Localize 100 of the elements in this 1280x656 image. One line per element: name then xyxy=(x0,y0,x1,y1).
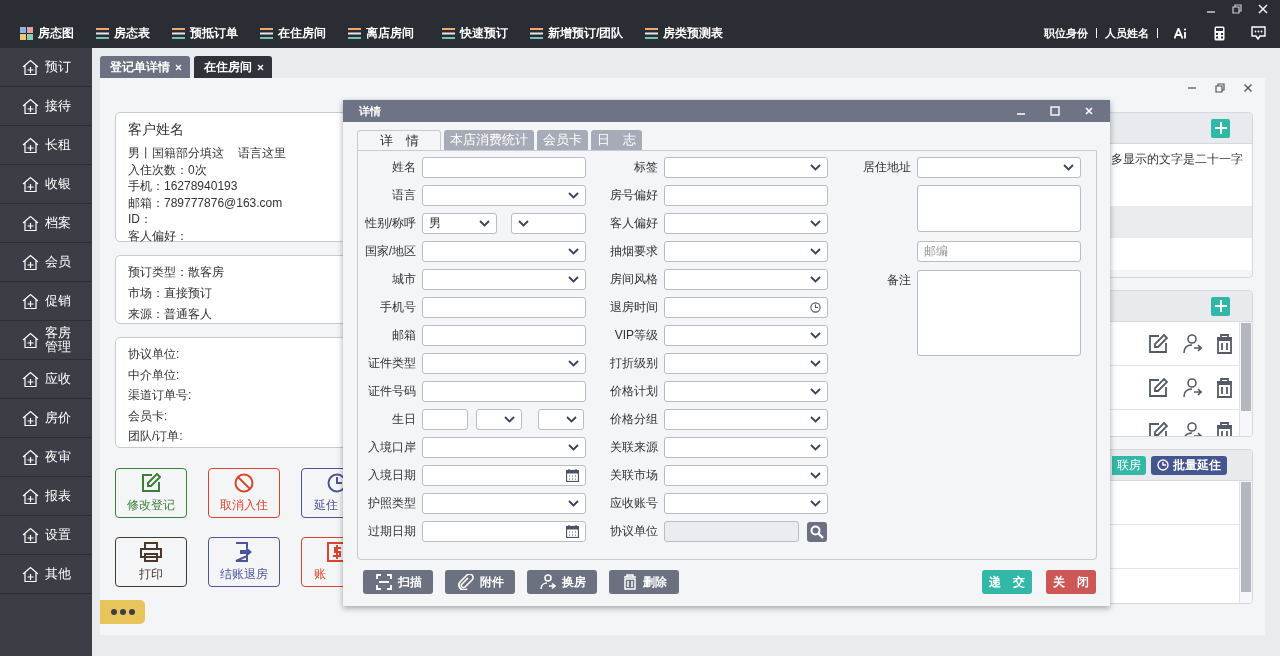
person-transfer-icon[interactable] xyxy=(1182,421,1202,436)
action-button[interactable]: 账 xyxy=(301,537,343,587)
input-field[interactable] xyxy=(664,521,799,542)
select-field[interactable] xyxy=(511,213,586,234)
select-field[interactable] xyxy=(476,409,522,430)
sidebar-item[interactable]: 报表 xyxy=(0,477,92,516)
person-transfer-icon[interactable] xyxy=(1182,377,1202,398)
agency-detail: 会员卡: xyxy=(128,407,169,425)
select-field[interactable] xyxy=(422,493,586,514)
select-field[interactable] xyxy=(422,241,586,262)
sidebar-item[interactable]: 房价 xyxy=(0,399,92,438)
scrollbar[interactable] xyxy=(1239,322,1252,436)
action-button[interactable]: 延住 xyxy=(301,468,343,518)
edit-icon[interactable] xyxy=(1148,421,1168,436)
nav-link[interactable]: 房态表 xyxy=(96,24,150,42)
close-button[interactable]: 关 闭 xyxy=(1046,570,1096,594)
close-icon[interactable] xyxy=(1243,83,1253,93)
input-field[interactable] xyxy=(422,297,586,318)
restore-icon[interactable] xyxy=(1215,83,1225,93)
trash-icon[interactable] xyxy=(1216,377,1233,398)
select-field[interactable] xyxy=(422,353,586,374)
chevron-down-icon xyxy=(568,444,579,451)
toolbar-button[interactable]: 扫描 xyxy=(363,570,433,594)
search-button[interactable] xyxy=(807,521,827,542)
sidebar-item[interactable]: 夜审 xyxy=(0,438,92,477)
sidebar-item[interactable]: 设置 xyxy=(0,516,92,555)
toolbar-button[interactable]: 换房 xyxy=(527,570,597,594)
select-field[interactable] xyxy=(664,325,828,346)
trash-icon[interactable] xyxy=(1216,421,1233,436)
sidebar-item[interactable]: 档案 xyxy=(0,204,92,243)
action-button[interactable]: 打印 xyxy=(115,537,187,587)
sidebar-item[interactable]: 会员 xyxy=(0,243,92,282)
select-field[interactable] xyxy=(664,381,828,402)
sidebar-item[interactable]: 接待 xyxy=(0,87,92,126)
text-area[interactable] xyxy=(917,185,1081,232)
select-field[interactable] xyxy=(664,409,828,430)
calculator-icon[interactable] xyxy=(1214,25,1225,41)
scrollbar[interactable] xyxy=(1239,481,1252,603)
sidebar-item[interactable]: 客房管理 xyxy=(0,321,92,360)
action-button[interactable]: 结账退房 xyxy=(208,537,280,587)
sidebar-item[interactable]: 应收 xyxy=(0,360,92,399)
input-field[interactable] xyxy=(422,409,468,430)
add-button[interactable] xyxy=(1211,118,1230,138)
field-label: 房间风格 xyxy=(610,272,658,286)
action-button[interactable]: 修改登记 xyxy=(115,468,187,518)
select-field[interactable]: 男 xyxy=(422,213,497,234)
select-field[interactable] xyxy=(664,493,828,514)
select-field[interactable] xyxy=(664,353,828,374)
select-field[interactable] xyxy=(422,185,586,206)
nav-link[interactable]: 房态图 xyxy=(20,24,74,42)
trash-icon[interactable] xyxy=(1216,333,1233,354)
edit-icon[interactable] xyxy=(1148,377,1168,398)
select-field[interactable] xyxy=(917,157,1081,178)
list-icon xyxy=(348,27,361,39)
add-button[interactable] xyxy=(1211,296,1230,316)
sidebar-item[interactable]: 其他 xyxy=(0,555,92,594)
field-label: 客人偏好 xyxy=(610,216,658,230)
batch-extend-button[interactable]: 批量延住 xyxy=(1151,455,1227,475)
guest-language: 语言这里 xyxy=(238,146,286,160)
toolbar-button[interactable]: 附件 xyxy=(445,570,515,594)
select-field[interactable] xyxy=(664,437,828,458)
nav-link[interactable]: 预抵订单 xyxy=(172,24,238,42)
select-field[interactable] xyxy=(422,437,586,458)
chevron-down-icon xyxy=(810,472,821,479)
sidebar-item[interactable]: 预订 xyxy=(0,48,92,87)
date-field[interactable] xyxy=(422,521,586,542)
sidebar-item[interactable]: 收银 xyxy=(0,165,92,204)
select-field[interactable] xyxy=(664,213,828,234)
toolbar-button[interactable]: 删除 xyxy=(609,570,679,594)
dialog-tab[interactable]: 详 情 xyxy=(357,130,441,150)
input-field[interactable] xyxy=(422,325,586,346)
time-field[interactable] xyxy=(664,297,828,318)
message-icon[interactable] xyxy=(1251,26,1266,40)
nav-link[interactable]: 新增预订/团队 xyxy=(530,24,624,42)
edit-icon[interactable] xyxy=(1148,333,1168,354)
input-field[interactable] xyxy=(664,185,828,206)
maximize-icon[interactable] xyxy=(1050,106,1060,116)
person-transfer-icon[interactable] xyxy=(1182,333,1202,354)
notes-area[interactable] xyxy=(917,270,1081,356)
select-field[interactable] xyxy=(664,157,828,178)
tab[interactable]: 在住房间 xyxy=(194,56,272,78)
font-size-icon[interactable] xyxy=(1174,27,1188,39)
select-field[interactable] xyxy=(538,409,584,430)
tab[interactable]: 登记单详情 xyxy=(100,56,190,78)
action-button[interactable]: 取消入住 xyxy=(208,468,280,518)
select-field[interactable] xyxy=(664,241,828,262)
nav-link[interactable]: 房类预测表 xyxy=(645,24,724,42)
nav-link[interactable]: 快速预订 xyxy=(442,24,508,42)
nav-link[interactable]: 在住房间 xyxy=(260,24,326,42)
date-field[interactable] xyxy=(422,465,586,486)
select-field[interactable] xyxy=(664,465,828,486)
sidebar-item[interactable]: 促销 xyxy=(0,282,92,321)
select-field[interactable] xyxy=(422,269,586,290)
input-field[interactable] xyxy=(422,157,586,178)
input-field[interactable] xyxy=(422,381,586,402)
chevron-down-icon xyxy=(1063,164,1074,171)
more-button[interactable] xyxy=(100,600,145,624)
sidebar-item[interactable]: 长租 xyxy=(0,126,92,165)
nav-link[interactable]: 离店房间 xyxy=(348,24,414,42)
select-field[interactable] xyxy=(664,269,828,290)
